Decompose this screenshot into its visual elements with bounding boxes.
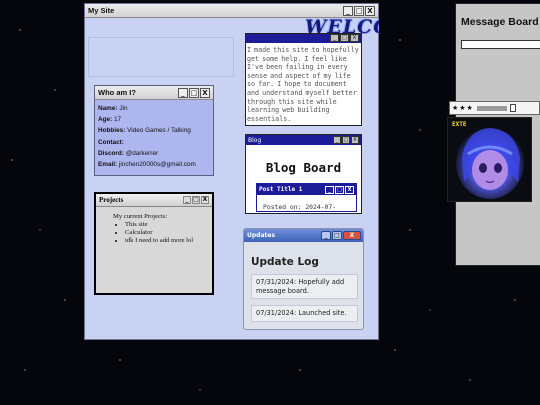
main-window-title: My Site (88, 6, 115, 15)
about-contact-row: Contact: (98, 137, 210, 148)
about-hobbies-row: Hobbies: Video Games / Talking (98, 125, 210, 136)
maximize-button[interactable]: □ (354, 5, 364, 16)
list-item: This site (125, 221, 206, 229)
projects-content: My current Projects: This site Calculato… (96, 207, 212, 245)
stars-icon: ★★★ (452, 104, 474, 112)
maximize-button[interactable]: □ (189, 87, 199, 98)
minimize-button[interactable]: _ (178, 87, 188, 98)
update-entry: 07/31/2024: Hopefully add message board. (251, 274, 358, 299)
list-item: idk I need to add more lol (125, 237, 206, 245)
field-label: Name: (98, 105, 118, 112)
projects-window: Projects _ □ X My current Projects: This… (94, 192, 214, 295)
blog-window: Blog _ □ X Blog Board Post Title 1 _ □ X… (245, 134, 362, 214)
minimize-button[interactable]: _ (325, 185, 334, 194)
updates-window-controls: _ □ X (321, 231, 361, 240)
minimize-button[interactable]: _ (343, 5, 353, 16)
minimize-button[interactable]: _ (183, 196, 191, 204)
close-button[interactable]: X (201, 196, 209, 204)
about-window: Who am I? _ □ X Name: Jin Age: 17 Hobbie… (94, 85, 214, 176)
progress-bar (476, 105, 507, 111)
field-label: Email: (98, 161, 118, 169)
close-button[interactable]: X (350, 34, 359, 42)
field-value: Video Games / Talking (127, 127, 191, 135)
about-details: Name: Jin Age: 17 Hobbies: Video Games /… (95, 100, 213, 170)
maximize-button[interactable]: □ (340, 34, 349, 42)
maximize-button[interactable]: □ (342, 136, 350, 144)
message-board-title: Message Board (461, 16, 539, 28)
about-name-row: Name: Jin (98, 103, 210, 114)
maximize-button[interactable]: □ (332, 231, 342, 240)
field-value: 17 (113, 116, 122, 124)
post-controls: _ □ X (325, 185, 354, 194)
projects-window-titlebar[interactable]: Projects _ □ X (96, 194, 212, 207)
close-button[interactable]: X (343, 231, 361, 240)
close-button[interactable]: X (345, 185, 354, 194)
intro-window: _ □ X I made this site to hopefully get … (245, 33, 362, 126)
message-input[interactable] (461, 40, 540, 49)
field-value: @darkerrer (125, 149, 159, 157)
update-entry: 07/31/2024: Launched site. (251, 305, 358, 322)
field-value: jinchen20000s@gmail.com (118, 161, 196, 169)
projects-window-controls: _ □ X (183, 196, 209, 204)
projects-window-title: Projects (99, 196, 124, 204)
blog-heading: Blog Board (265, 160, 342, 175)
list-item: Calculator (125, 229, 206, 237)
mini-window-strip[interactable]: ★★★ (449, 101, 540, 115)
about-window-title: Who am I? (98, 88, 136, 97)
field-value: Jin (119, 105, 128, 112)
intro-text: I made this site to hopefully get some h… (247, 46, 359, 123)
minimize-button[interactable]: _ (333, 136, 341, 144)
projects-list: This site Calculator idk I need to add m… (113, 221, 206, 245)
projects-intro: My current Projects: (113, 213, 168, 220)
maximize-button[interactable]: □ (192, 196, 200, 204)
anime-art-image: EXTE (447, 117, 532, 202)
maximize-button[interactable]: □ (335, 185, 344, 194)
about-age-row: Age: 17 (98, 114, 210, 125)
about-window-controls: _ □ X (178, 87, 210, 98)
about-email-row: Email: jinchen20000s@gmail.com (98, 159, 210, 170)
blog-post[interactable]: Post Title 1 _ □ X Posted on: 2024-07- (256, 183, 357, 212)
minimize-button[interactable]: _ (321, 231, 331, 240)
close-button[interactable]: X (200, 87, 210, 98)
anime-girl-icon (448, 118, 531, 201)
about-discord-row: Discord: @darkerrer (98, 148, 210, 159)
minimize-button[interactable]: _ (330, 34, 339, 42)
art-label: EXTE (452, 121, 467, 128)
field-label: Hobbies: (98, 127, 126, 135)
updates-window-title: Updates (247, 232, 276, 239)
field-label: Discord: (98, 149, 124, 157)
field-label: Age: (98, 116, 113, 124)
updates-heading: Update Log (251, 256, 319, 268)
about-window-titlebar[interactable]: Who am I? _ □ X (95, 86, 213, 100)
close-button[interactable]: X (365, 5, 375, 16)
post-date: Posted on: 2024-07- (263, 203, 337, 211)
post-title: Post Title 1 (259, 186, 303, 193)
close-button[interactable]: X (351, 136, 359, 144)
updates-window-titlebar[interactable]: Updates _ □ X (244, 229, 363, 242)
updates-window: Updates _ □ X Update Log 07/31/2024: Hop… (243, 228, 364, 330)
blog-window-title: Blog (248, 136, 262, 144)
main-window-controls: _ □ X (343, 5, 375, 16)
blog-window-controls: _ □ X (333, 136, 359, 144)
empty-panel (88, 37, 234, 77)
main-window: My Site _ □ X WELCOME Who am I? _ □ X Na… (84, 3, 379, 340)
square-icon[interactable] (509, 104, 516, 112)
blog-window-titlebar[interactable]: Blog _ □ X (246, 135, 361, 145)
field-label: Contact: (98, 138, 124, 146)
post-titlebar[interactable]: Post Title 1 _ □ X (257, 184, 356, 195)
intro-window-titlebar[interactable]: _ □ X (246, 34, 361, 43)
